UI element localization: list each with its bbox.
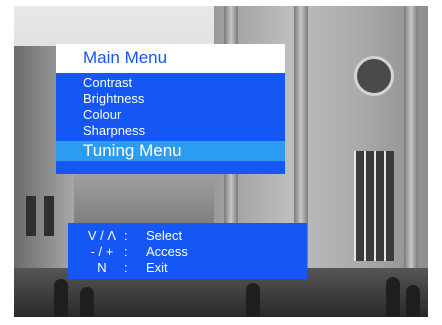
menu-item-brightness[interactable]: Brightness [56,91,285,107]
menu-title: Main Menu [83,48,168,67]
help-panel: V / Λ : Select - / + : Access N : Exit [68,223,307,279]
pedestrian [386,277,400,317]
menu-item-sharpness[interactable]: Sharpness [56,123,285,139]
help-row-exit: N : Exit [68,260,307,276]
help-row-access: - / + : Access [68,244,307,260]
help-action: Select [146,228,183,243]
menu-title-bar: Main Menu [56,44,285,73]
screen-frame: Main Menu Contrast Brightness Colour Sha… [0,0,442,325]
round-window [354,56,394,96]
help-action: Exit [146,260,168,275]
menu-items: Contrast Brightness Colour Sharpness Tun… [56,75,285,161]
main-menu: Main Menu Contrast Brightness Colour Sha… [56,44,285,174]
pedestrian [80,287,94,317]
help-action: Access [146,244,188,259]
help-key: N [97,260,107,275]
pedestrian [406,285,420,317]
pedestrian [54,279,68,317]
help-separator: : [124,228,128,243]
help-separator: : [124,260,128,275]
help-key: V / Λ [87,228,117,243]
building-window [44,196,54,236]
pedestrian [246,283,260,317]
help-key: - / + [90,244,114,259]
menu-item-contrast[interactable]: Contrast [56,75,285,91]
tall-window [354,151,394,261]
help-separator: : [124,244,128,259]
menu-item-colour[interactable]: Colour [56,107,285,123]
help-row-select: V / Λ : Select [68,228,307,244]
menu-item-tuning-menu[interactable]: Tuning Menu [56,141,285,161]
building-window [26,196,36,236]
